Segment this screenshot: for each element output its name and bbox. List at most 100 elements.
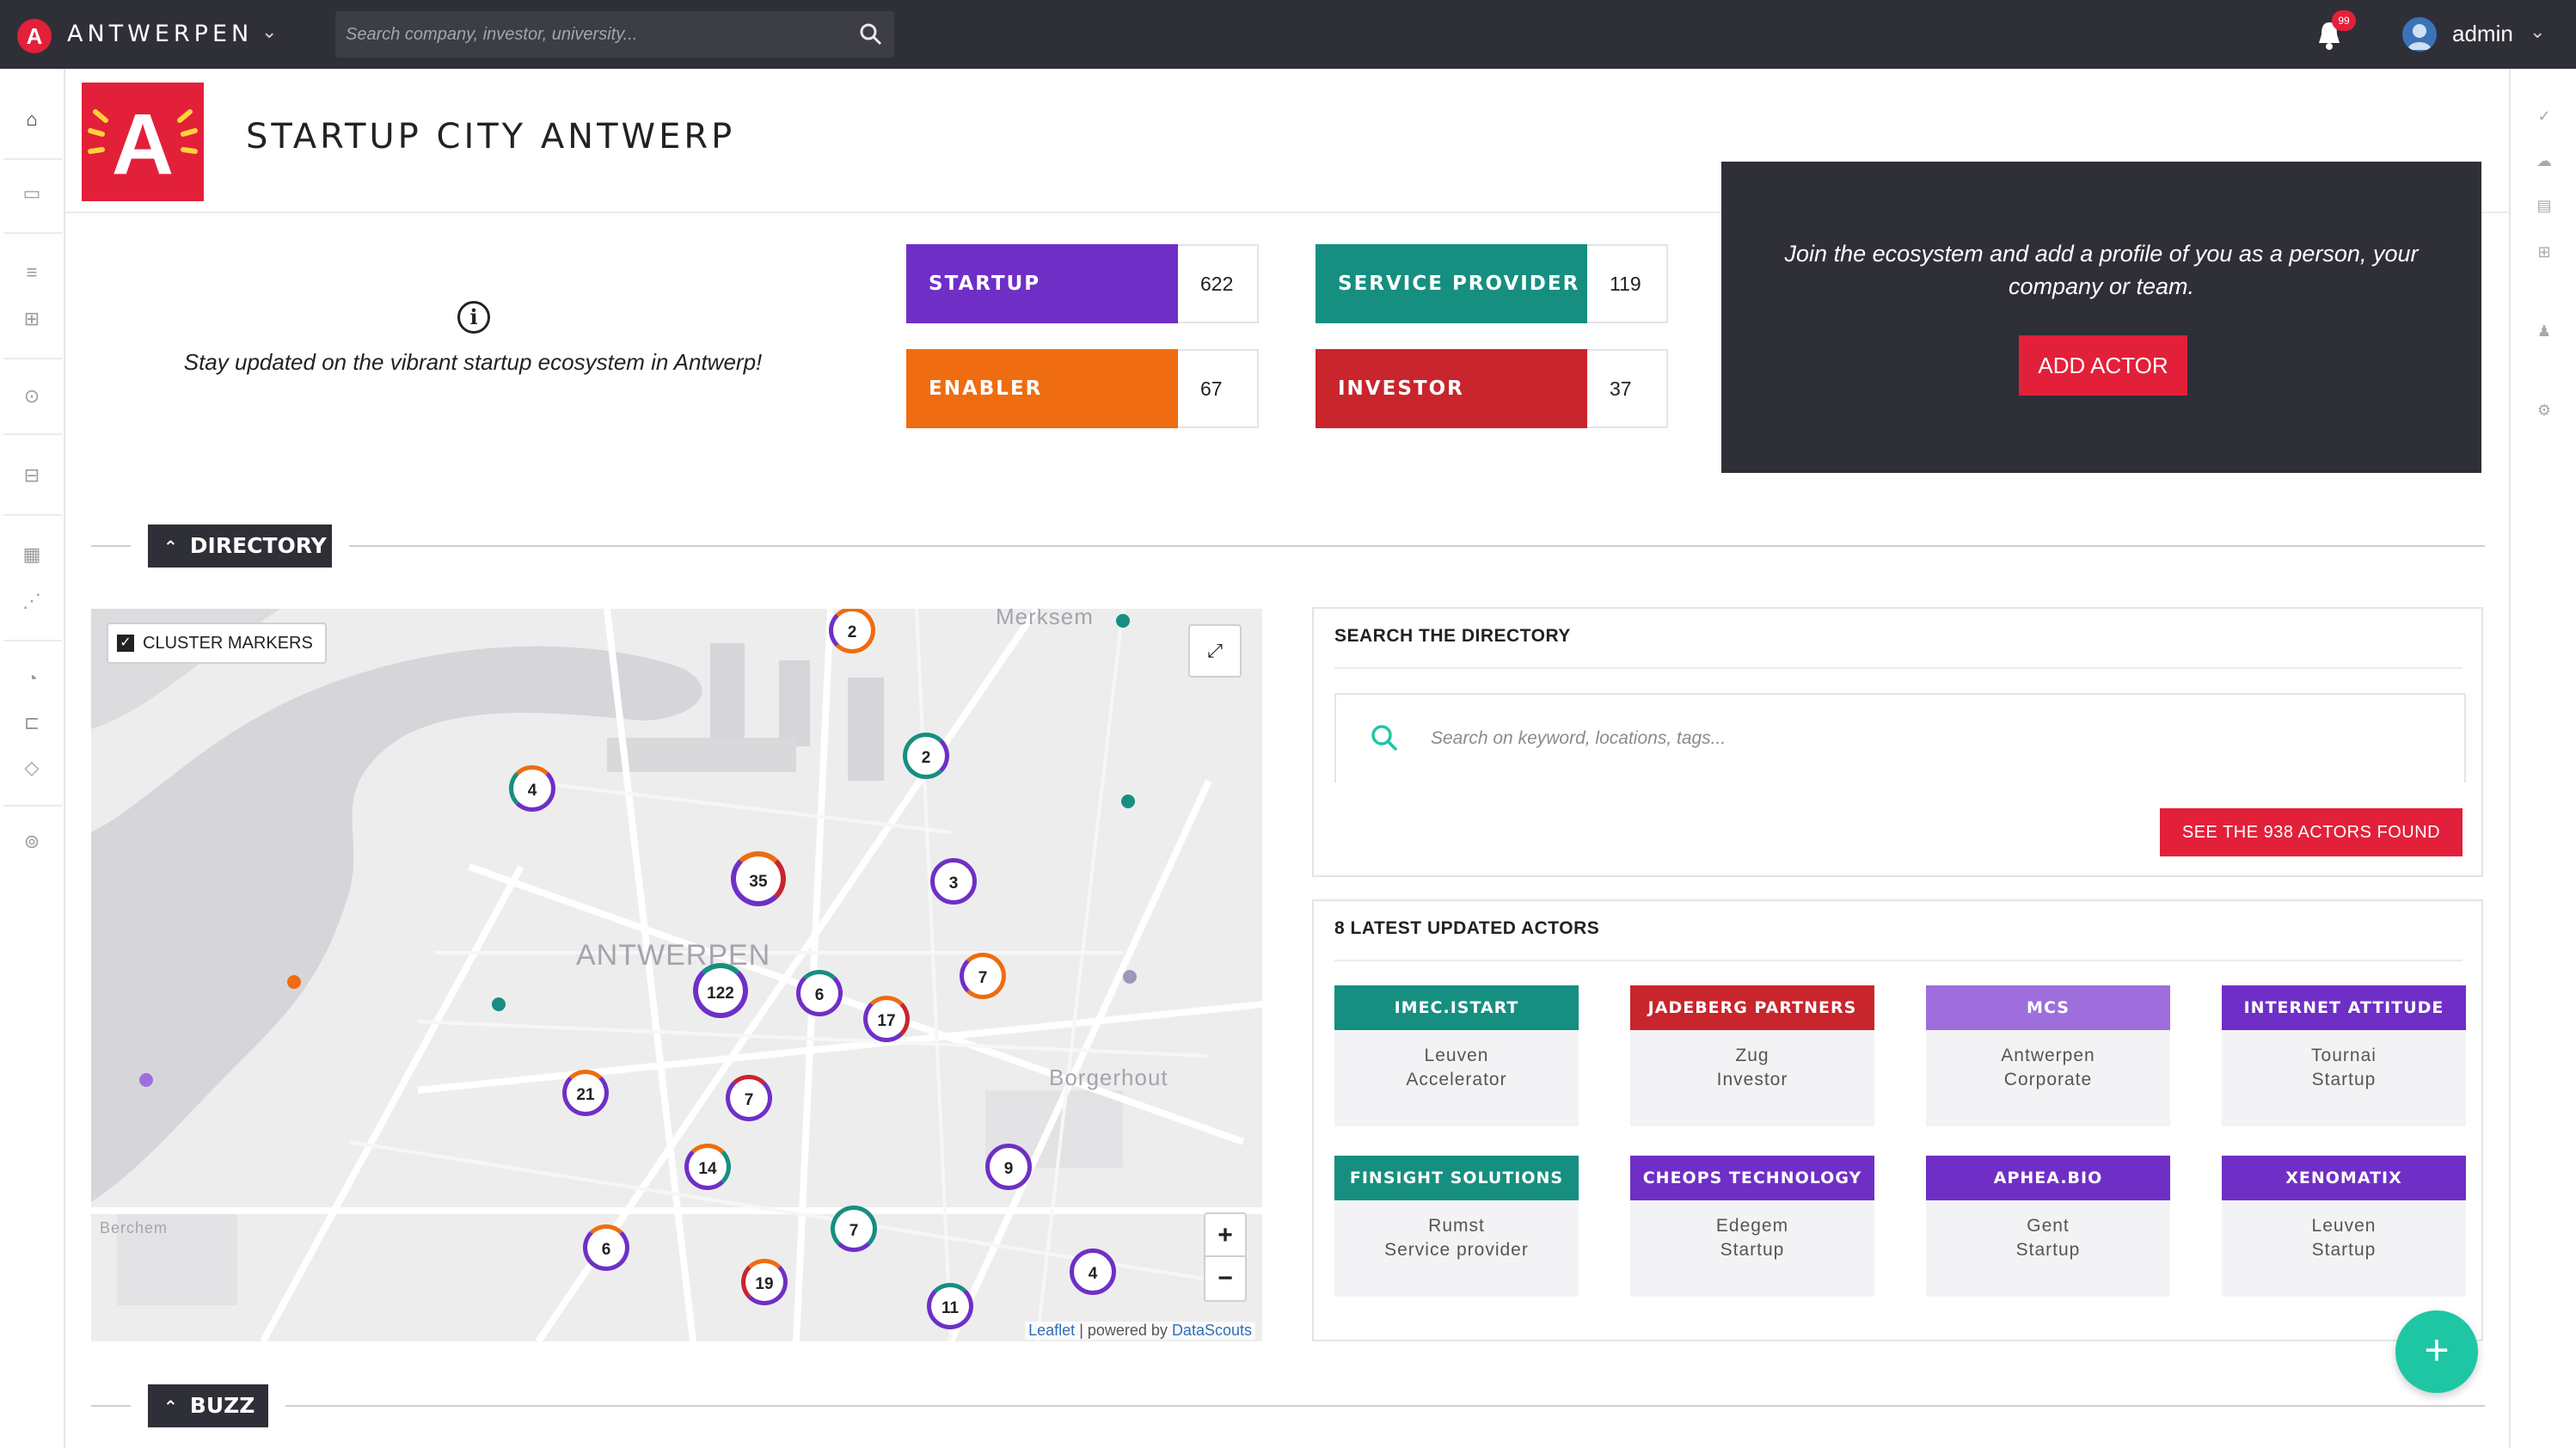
- actor-name: JADEBERG PARTNERS: [1630, 985, 1874, 1030]
- divider: [1334, 960, 2463, 961]
- search-icon[interactable]: [858, 21, 884, 47]
- map-cluster[interactable]: 122: [693, 963, 748, 1018]
- actor-location: Zug: [1735, 1046, 1769, 1065]
- list-icon[interactable]: ≡: [19, 260, 45, 285]
- notification-badge: 99: [2332, 10, 2356, 31]
- map-cluster[interactable]: 11: [927, 1283, 973, 1329]
- feed-icon[interactable]: ◔: [19, 666, 45, 691]
- actor-card[interactable]: CHEOPS TECHNOLOGY Edegem Startup: [1630, 1156, 1874, 1297]
- add-actor-button[interactable]: ADD ACTOR: [2019, 335, 2187, 396]
- map-cluster[interactable]: 2: [903, 733, 949, 779]
- grid-icon[interactable]: ⊞: [2533, 241, 2555, 263]
- actor-location: Leuven: [2311, 1216, 2377, 1236]
- user-avatar-icon[interactable]: [2402, 17, 2437, 52]
- user-name[interactable]: admin: [2452, 21, 2513, 47]
- graph-icon[interactable]: ⋰: [19, 588, 45, 614]
- leaflet-link[interactable]: Leaflet: [1028, 1322, 1075, 1339]
- add-fab-button[interactable]: +: [2395, 1310, 2478, 1393]
- zoom-control: + −: [1204, 1212, 1247, 1302]
- directory-search-input[interactable]: [1431, 722, 2377, 755]
- actor-type: Startup: [2311, 1240, 2377, 1260]
- zoom-out-button[interactable]: −: [1205, 1257, 1245, 1300]
- right-sidebar: ✓ ☁ ▤ ⊞ ♟ ⚙: [2509, 69, 2576, 1448]
- see-actors-button[interactable]: SEE THE 938 ACTORS FOUND: [2160, 808, 2463, 856]
- stat-count: 622: [1178, 244, 1259, 323]
- actor-map[interactable]: ✓ CLUSTER MARKERS ⤢ Merksem ANTWERPEN Bo…: [91, 609, 1262, 1341]
- actor-card[interactable]: APHEA.BIO Gent Startup: [1926, 1156, 2170, 1297]
- help-icon[interactable]: ⊚: [19, 829, 45, 855]
- cluster-markers-toggle[interactable]: ✓ CLUSTER MARKERS: [107, 623, 327, 664]
- dashboard-icon[interactable]: ▦: [19, 542, 45, 568]
- location-icon[interactable]: ⊙: [19, 383, 45, 409]
- divider: [91, 1405, 131, 1407]
- map-marker[interactable]: [287, 975, 301, 989]
- divider: [285, 1405, 2485, 1407]
- global-search-input[interactable]: [346, 20, 827, 49]
- map-cluster[interactable]: 6: [796, 970, 843, 1016]
- page-title: STARTUP CITY ANTWERP: [246, 117, 736, 156]
- map-cluster[interactable]: 7: [831, 1206, 877, 1252]
- info-icon: i: [457, 301, 490, 334]
- map-marker[interactable]: [139, 1073, 153, 1087]
- actor-location: Tournai: [2311, 1046, 2377, 1065]
- search-directory-panel: SEARCH THE DIRECTORY SEE THE 938 ACTORS …: [1312, 607, 2483, 877]
- datascouts-link[interactable]: DataScouts: [1172, 1322, 1252, 1339]
- actor-card[interactable]: MCS Antwerpen Corporate: [1926, 985, 2170, 1126]
- actor-name: MCS: [1926, 985, 2170, 1030]
- map-cluster[interactable]: 9: [985, 1144, 1032, 1190]
- inbox-icon[interactable]: ⊟: [19, 463, 45, 488]
- actor-name: XENOMATIX: [2222, 1156, 2466, 1200]
- actor-card[interactable]: XENOMATIX Leuven Startup: [2222, 1156, 2466, 1297]
- buzz-section-toggle[interactable]: ⌃ BUZZ: [148, 1384, 268, 1427]
- latest-actors-panel: 8 LATEST UPDATED ACTORS IMEC.ISTART Leuv…: [1312, 899, 2483, 1341]
- actor-location: Edegem: [1715, 1216, 1789, 1236]
- actor-name: IMEC.ISTART: [1334, 985, 1579, 1030]
- tag-icon[interactable]: ◇: [19, 755, 45, 781]
- map-marker[interactable]: [1123, 970, 1137, 984]
- map-marker[interactable]: [1116, 614, 1130, 628]
- message-icon[interactable]: ▭: [19, 181, 45, 206]
- actor-type: Investor: [1716, 1070, 1788, 1089]
- map-cluster[interactable]: 7: [726, 1075, 772, 1121]
- directory-section-toggle[interactable]: ⌃ DIRECTORY: [148, 525, 332, 568]
- chevron-down-icon[interactable]: ⌄: [261, 21, 277, 43]
- chevron-down-icon[interactable]: ⌄: [2530, 21, 2545, 43]
- map-cluster[interactable]: 4: [509, 765, 555, 812]
- map-cluster[interactable]: 7: [960, 953, 1006, 999]
- map-cluster[interactable]: 4: [1070, 1249, 1116, 1295]
- actor-card[interactable]: IMEC.ISTART Leuven Accelerator: [1334, 985, 1579, 1126]
- map-base: [91, 609, 1262, 1341]
- stat-label: SERVICE PROVIDER: [1316, 244, 1587, 323]
- grid-icon[interactable]: ⊞: [19, 306, 45, 332]
- actor-card[interactable]: JADEBERG PARTNERS Zug Investor: [1630, 985, 1874, 1126]
- actor-card[interactable]: FINSIGHT SOLUTIONS Rumst Service provide…: [1334, 1156, 1579, 1297]
- map-cluster[interactable]: 19: [741, 1259, 788, 1305]
- settings-icon[interactable]: ⚙: [2533, 399, 2555, 421]
- chevron-up-icon: ⌃: [163, 537, 178, 557]
- map-label: Merksem: [996, 609, 1094, 629]
- map-cluster[interactable]: 21: [562, 1070, 609, 1116]
- map-cluster[interactable]: 17: [863, 996, 910, 1042]
- stat-count: 37: [1587, 349, 1668, 428]
- check-icon[interactable]: ✓: [2533, 105, 2555, 127]
- map-cluster[interactable]: 2: [829, 609, 875, 653]
- attribution-text: | powered by: [1075, 1322, 1172, 1339]
- map-marker[interactable]: [492, 997, 506, 1011]
- map-cluster[interactable]: 14: [684, 1144, 731, 1190]
- user-icon[interactable]: ♟: [2533, 320, 2555, 342]
- map-cluster[interactable]: 35: [731, 851, 786, 906]
- map-cluster[interactable]: 3: [930, 858, 977, 905]
- home-icon[interactable]: ⌂: [19, 107, 45, 132]
- map-cluster[interactable]: 6: [583, 1224, 629, 1271]
- map-marker[interactable]: [1121, 795, 1135, 808]
- map-label: ANTWERPEN: [576, 939, 771, 972]
- chat-icon[interactable]: ⊏: [19, 710, 45, 736]
- cloud-icon[interactable]: ☁: [2533, 150, 2555, 172]
- fullscreen-icon[interactable]: ⤢: [1188, 624, 1242, 678]
- brand-name[interactable]: ANTWERPEN: [67, 21, 253, 47]
- table-icon[interactable]: ▤: [2533, 194, 2555, 217]
- zoom-in-button[interactable]: +: [1205, 1214, 1245, 1257]
- checkbox-icon[interactable]: ✓: [117, 635, 134, 652]
- antwerp-logo-icon[interactable]: A: [17, 19, 52, 53]
- actor-card[interactable]: INTERNET ATTITUDE Tournai Startup: [2222, 985, 2466, 1126]
